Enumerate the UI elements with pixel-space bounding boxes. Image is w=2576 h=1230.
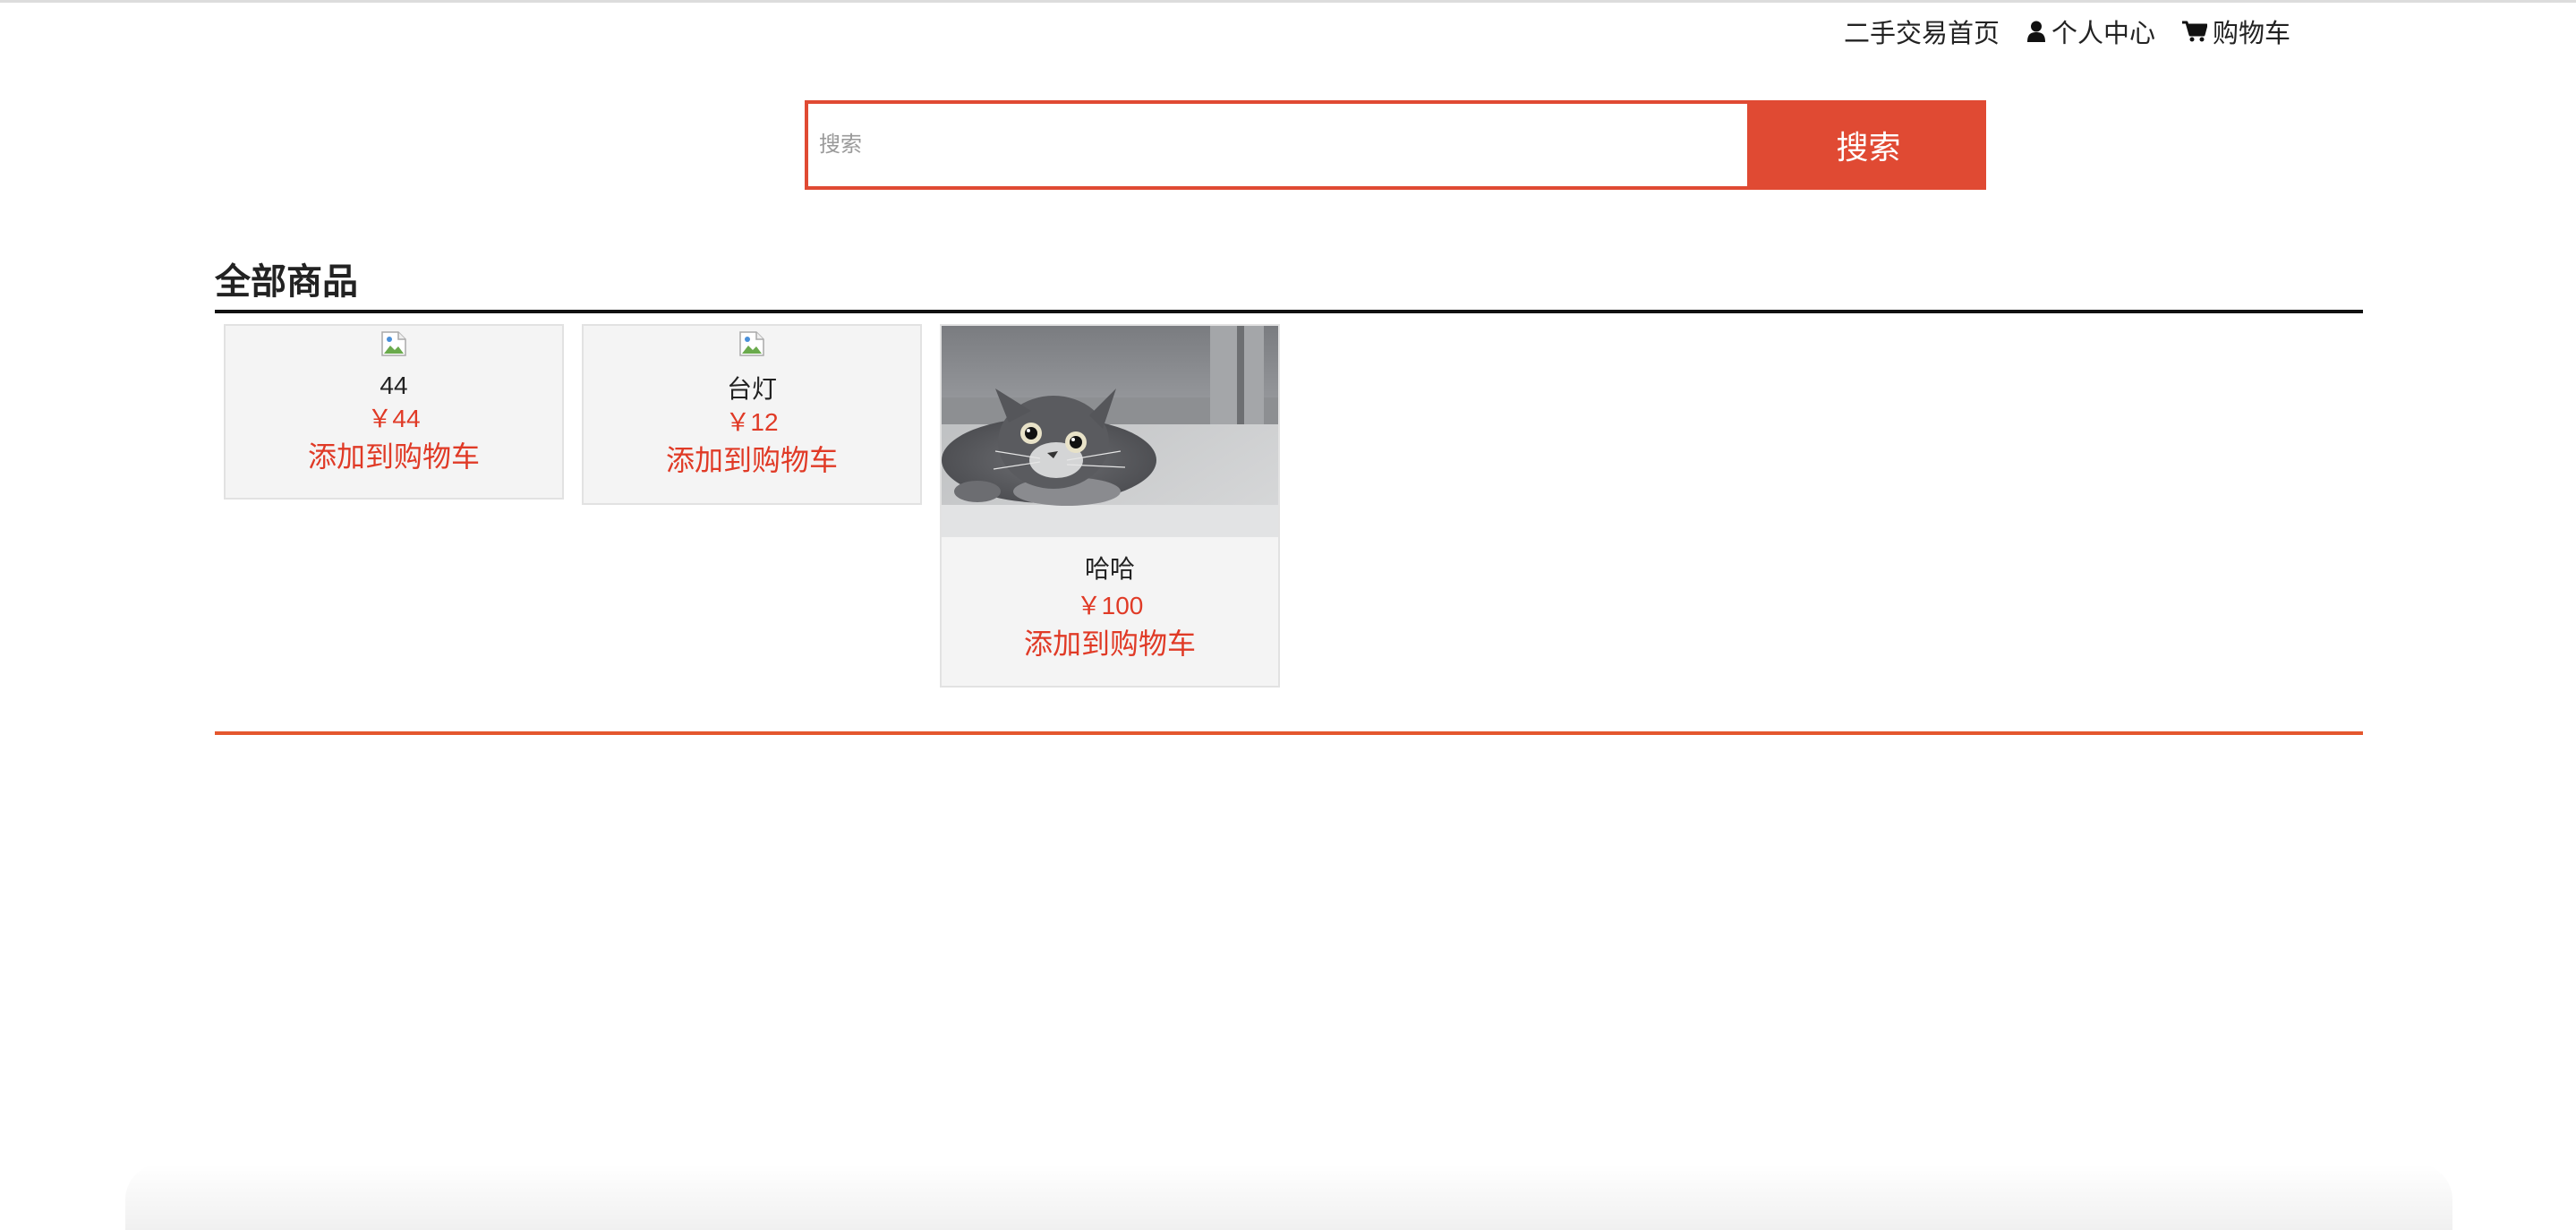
search-input[interactable]: [805, 100, 1751, 190]
cart-icon: [2182, 21, 2208, 42]
product-card[interactable]: 44 ￥44 添加到购物车: [224, 324, 564, 500]
product-card[interactable]: 哈哈 ￥100 添加到购物车: [940, 324, 1280, 688]
product-price: ￥44: [367, 405, 421, 432]
section-bottom-divider: [215, 731, 2363, 735]
top-divider: [0, 0, 2576, 3]
add-to-cart-link[interactable]: 添加到购物车: [942, 623, 1278, 664]
product-name[interactable]: 44: [226, 370, 562, 402]
nav-cart-link[interactable]: 购物车: [2182, 13, 2290, 50]
section-title-divider: [215, 310, 2363, 313]
nav-home-link[interactable]: 二手交易首页: [1844, 13, 2000, 50]
product-price: ￥100: [1076, 592, 1144, 619]
search-bar: 搜索: [805, 100, 1986, 190]
broken-image-icon: [739, 331, 764, 356]
window-bottom-shadow: [125, 1164, 2452, 1230]
nav-profile-link[interactable]: 个人中心: [2026, 13, 2155, 50]
product-card[interactable]: 台灯 ￥12 添加到购物车: [582, 324, 922, 505]
search-button[interactable]: 搜索: [1751, 100, 1986, 190]
page: 二手交易首页 个人中心 购物车 搜索 全部商品: [0, 0, 2576, 1230]
nav-profile-label: 个人中心: [2051, 20, 2156, 48]
product-name[interactable]: 台灯: [584, 373, 920, 406]
product-price: ￥12: [725, 408, 779, 436]
product-image[interactable]: [942, 326, 1278, 537]
section-title: 全部商品: [215, 262, 358, 302]
add-to-cart-link[interactable]: 添加到购物车: [584, 440, 920, 481]
user-icon: [2027, 21, 2046, 42]
nav-cart-label: 购物车: [2213, 20, 2291, 48]
top-nav: 二手交易首页 个人中心 购物车: [1844, 13, 2290, 50]
product-name[interactable]: 哈哈: [942, 553, 1278, 585]
broken-image-icon: [381, 331, 406, 356]
add-to-cart-link[interactable]: 添加到购物车: [226, 436, 562, 477]
nav-home-label: 二手交易首页: [1844, 20, 2000, 48]
